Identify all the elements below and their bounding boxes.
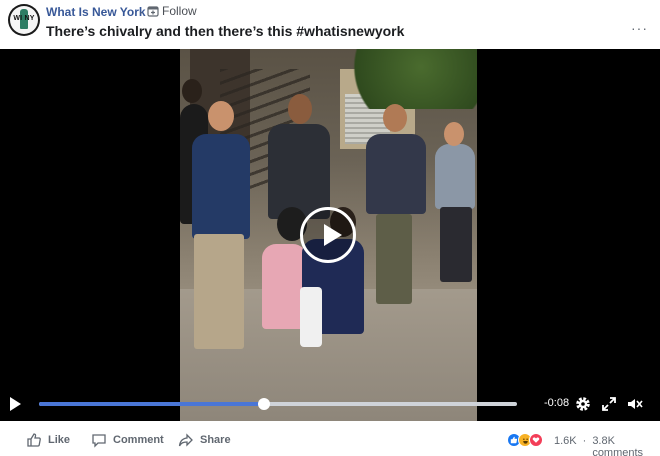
progress-thumb[interactable]: [257, 398, 270, 410]
share-button[interactable]: Share: [178, 432, 231, 448]
avatar-text: WI NY: [13, 15, 35, 22]
settings-gear-icon[interactable]: [574, 395, 592, 413]
post-title: There’s chivalry and then there’s this #…: [46, 23, 405, 39]
center-play-button[interactable]: [300, 207, 356, 263]
share-label: Share: [200, 434, 231, 446]
progress-track[interactable]: [39, 398, 517, 410]
follow-icon: [147, 6, 159, 17]
post-actions-bar: Like Comment Share 1.6K · 3.8K comments: [0, 421, 660, 456]
thumbs-up-icon: [27, 433, 41, 447]
like-label: Like: [48, 434, 71, 446]
reaction-count[interactable]: 1.6K: [554, 435, 577, 456]
counts-separator: ·: [582, 435, 587, 447]
comments-count-link[interactable]: 3.8K comments: [592, 435, 660, 456]
post-header: WI NY What Is New York · Follow There’s …: [0, 0, 660, 48]
share-arrow-icon: [178, 433, 193, 447]
time-remaining: -0:08: [544, 397, 570, 409]
statue-of-liberty-logo-icon: WI NY: [10, 6, 38, 34]
fullscreen-icon[interactable]: [600, 395, 618, 413]
love-reaction-icon: [529, 433, 543, 447]
engagement-counts: 1.6K · 3.8K comments: [554, 435, 660, 456]
header-separator: ·: [139, 5, 143, 19]
reactions-summary[interactable]: [507, 433, 543, 447]
comment-button[interactable]: Comment: [91, 432, 164, 448]
video-player[interactable]: -0:08: [0, 49, 660, 421]
progress-fill: [39, 402, 264, 406]
comment-bubble-icon: [92, 434, 106, 448]
page-avatar[interactable]: WI NY: [8, 4, 40, 36]
page-name-link[interactable]: What Is New York: [46, 5, 146, 19]
follow-label: Follow: [162, 4, 197, 18]
more-options-button[interactable]: ···: [631, 20, 648, 36]
play-icon[interactable]: [10, 397, 22, 411]
comment-label: Comment: [113, 434, 164, 446]
like-button[interactable]: Like: [26, 432, 70, 448]
video-controls: -0:08: [0, 387, 660, 421]
follow-button[interactable]: Follow: [147, 4, 197, 18]
mute-volume-icon[interactable]: [626, 395, 644, 413]
